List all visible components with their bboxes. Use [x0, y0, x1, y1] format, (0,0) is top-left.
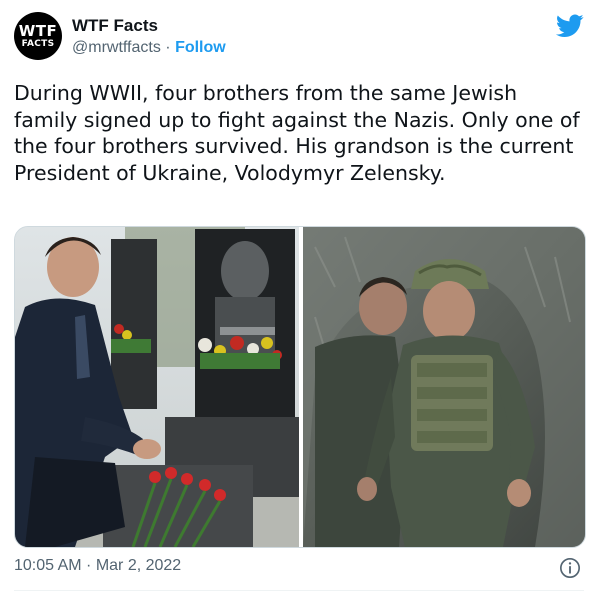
- avatar[interactable]: WTF FACTS: [14, 12, 62, 60]
- separator: ·: [160, 39, 176, 56]
- account-name[interactable]: WTF Facts: [72, 16, 158, 36]
- media-photos: [15, 227, 585, 547]
- follow-button[interactable]: Follow: [175, 39, 226, 56]
- twitter-bird-icon[interactable]: [556, 14, 584, 38]
- handle-line: @mrwtffacts · Follow: [72, 39, 226, 57]
- info-icon[interactable]: [559, 557, 581, 579]
- tweet-card: WTF FACTS WTF Facts @mrwtffacts · Follow…: [0, 0, 600, 601]
- account-handle[interactable]: @mrwtffacts: [72, 39, 161, 56]
- trench-photo: [303, 227, 585, 547]
- tweet-media[interactable]: [14, 226, 586, 548]
- avatar-text-bottom: FACTS: [21, 38, 55, 49]
- divider: [14, 590, 584, 591]
- tweet-text: During WWII, four brothers from the same…: [14, 81, 580, 185]
- avatar-text-top: WTF: [18, 21, 58, 40]
- tweet-timestamp[interactable]: 10:05 AM · Mar 2, 2022: [14, 557, 181, 575]
- memorial-photo: [15, 227, 299, 547]
